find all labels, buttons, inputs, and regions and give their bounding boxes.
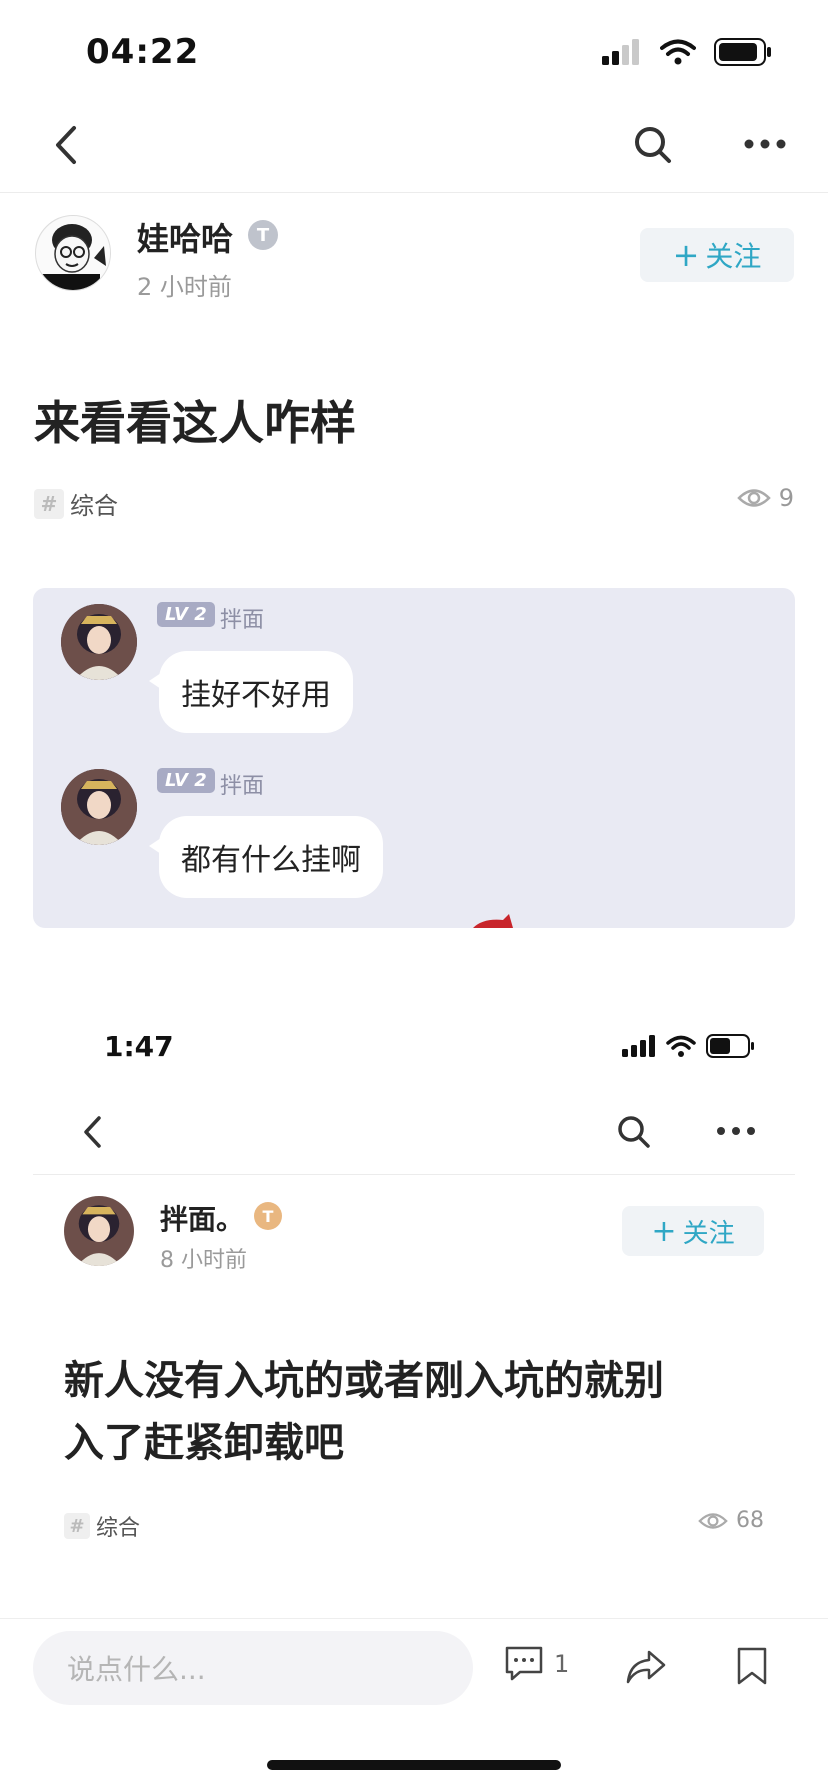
post-tag-2[interactable]: # 综合 — [64, 1510, 140, 1542]
bookmark-button[interactable] — [730, 1643, 774, 1689]
tag-label-2: 综合 — [96, 1516, 141, 1541]
search-icon — [635, 127, 671, 163]
wifi-icon — [660, 39, 696, 65]
signal-icon — [622, 1035, 655, 1057]
chevron-left-icon — [56, 126, 76, 164]
share-icon — [626, 1650, 666, 1684]
view-count: 9 — [736, 484, 794, 512]
chat-screenshot[interactable]: LV 2 拌面 挂好不好用 LV 2 拌面 都有什么挂啊 — [33, 588, 795, 928]
more-dots-icon — [744, 139, 786, 149]
chat-message-text: 挂好不好用 — [181, 678, 331, 713]
post-time: 2 小时前 — [137, 273, 232, 301]
hashtag-icon: # — [34, 488, 64, 519]
plus-icon: + — [672, 236, 700, 274]
follow-button-2[interactable]: + 关注 — [622, 1206, 764, 1256]
nav-divider-2 — [33, 1174, 795, 1175]
chat-sender-name: 拌面 — [220, 774, 265, 799]
post-title-2: 新人没有入坑的或者刚入坑的就别 入了赶紧卸载吧 — [64, 1350, 664, 1474]
level-badge: LV 2 — [157, 602, 215, 627]
post-time-2: 8 小时前 — [160, 1248, 247, 1273]
signal-icon — [602, 39, 639, 65]
battery-icon — [714, 38, 771, 66]
follow-label: 关注 — [705, 240, 762, 273]
author-avatar[interactable] — [35, 215, 111, 291]
chat-bubble: 挂好不好用 — [149, 651, 353, 733]
post-title-line-2: 入了赶紧卸载吧 — [64, 1420, 344, 1466]
tag-label: 综合 — [70, 492, 118, 520]
status-icons — [602, 38, 772, 66]
chat-message-text: 都有什么挂啊 — [181, 843, 361, 878]
more-dots-icon — [717, 1127, 755, 1135]
view-count-value: 9 — [778, 484, 794, 512]
comment-icon — [505, 1646, 543, 1681]
eye-icon — [698, 1512, 728, 1529]
search-icon — [618, 1116, 650, 1148]
chevron-left-icon — [84, 1116, 101, 1148]
post-title: 来看看这人咋样 — [34, 396, 356, 450]
back-button[interactable] — [40, 118, 90, 172]
avatar-image — [61, 769, 137, 845]
comment-placeholder: 说点什么... — [67, 1653, 206, 1686]
user-level-badge: T — [248, 220, 278, 250]
avatar-image — [36, 216, 110, 290]
search-button-2[interactable] — [612, 1110, 656, 1154]
view-count-2: 68 — [698, 1508, 764, 1533]
view-count-value-2: 68 — [736, 1508, 764, 1533]
status-time: 04:22 — [86, 32, 200, 72]
bookmark-icon — [737, 1647, 767, 1685]
plus-icon: + — [651, 1213, 677, 1249]
more-button[interactable] — [740, 124, 790, 164]
more-button-2[interactable] — [714, 1116, 758, 1146]
avatar-image — [64, 1196, 134, 1266]
follow-button[interactable]: + 关注 — [640, 228, 794, 282]
back-button-2[interactable] — [72, 1110, 112, 1154]
level-badge: LV 2 — [157, 768, 215, 793]
chat-bubble: 都有什么挂啊 — [149, 816, 383, 898]
status-icons-2 — [622, 1034, 756, 1058]
red-mark-decoration — [473, 914, 513, 928]
post-title-line-1: 新人没有入坑的或者刚入坑的就别 — [64, 1358, 664, 1404]
search-button[interactable] — [628, 120, 678, 170]
avatar-image — [61, 604, 137, 680]
wifi-icon — [666, 1035, 696, 1057]
author-name[interactable]: 娃哈哈 — [137, 214, 233, 260]
nav-divider — [0, 192, 828, 193]
post-tag[interactable]: # 综合 — [34, 486, 118, 521]
user-level-badge-2: T — [254, 1202, 282, 1230]
share-button[interactable] — [622, 1645, 670, 1689]
status-time-2: 1:47 — [104, 1030, 174, 1063]
comment-input[interactable]: 说点什么... — [33, 1631, 473, 1705]
chat-avatar — [61, 769, 137, 845]
comment-button[interactable]: 1 — [504, 1645, 569, 1683]
chat-sender-name: 拌面 — [220, 608, 265, 633]
home-indicator[interactable] — [267, 1760, 561, 1770]
battery-icon — [706, 1034, 754, 1058]
author-avatar-2[interactable] — [64, 1196, 134, 1266]
author-name-2[interactable]: 拌面。 — [160, 1198, 244, 1238]
chat-avatar — [61, 604, 137, 680]
comment-count: 1 — [554, 1650, 570, 1678]
follow-label-2: 关注 — [682, 1218, 735, 1249]
eye-icon — [736, 489, 771, 507]
hashtag-icon: # — [64, 1513, 90, 1539]
